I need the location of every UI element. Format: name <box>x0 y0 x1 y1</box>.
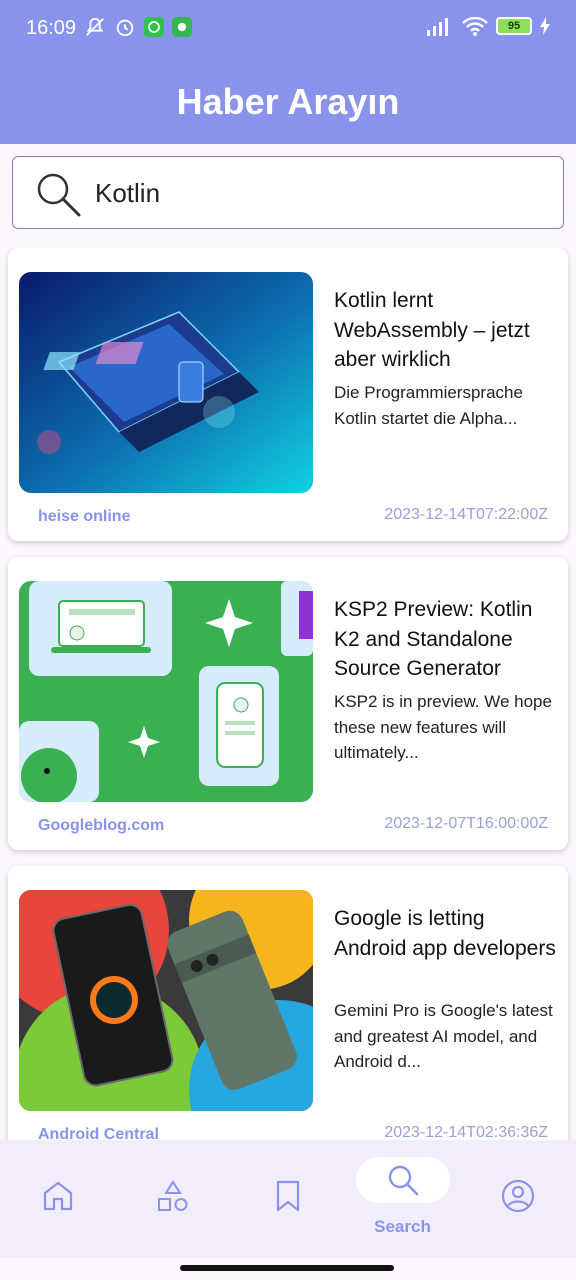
article-source: Android Central <box>38 1126 159 1140</box>
nav-profile[interactable] <box>460 1140 575 1258</box>
article-description: Gemini Pro is Google's latest and greate… <box>334 1001 553 1071</box>
bottom-navigation: Search <box>0 1140 576 1258</box>
signal-icon <box>427 18 448 36</box>
page-title: Haber Arayın <box>176 81 400 122</box>
results-list[interactable]: Kotlin lernt WebAssembly – jetzt aber wi… <box>0 248 576 1140</box>
article-title[interactable]: KSP2 Preview: Kotlin K2 and Standalone S… <box>334 595 556 684</box>
status-bar: 16:09 95 <box>0 0 576 60</box>
wifi-icon <box>462 16 488 36</box>
article-thumbnail[interactable] <box>19 890 313 1111</box>
article-title[interactable]: Kotlin lernt WebAssembly – jetzt aber wi… <box>334 286 556 375</box>
bookmark-icon <box>276 1180 299 1212</box>
article-description: KSP2 is in preview. We hope these new fe… <box>334 692 552 762</box>
home-icon <box>43 1181 72 1211</box>
article-thumbnail[interactable] <box>19 581 313 802</box>
article-date: 2023-12-07T16:00:00Z <box>384 815 548 832</box>
article-thumbnail[interactable] <box>19 272 313 493</box>
nav-categories[interactable] <box>115 1140 230 1258</box>
article-title[interactable]: Google is letting Android app developers <box>334 904 556 963</box>
battery-level: 95 <box>507 20 521 32</box>
battery-icon: 95 <box>496 17 532 35</box>
mute-icon <box>86 17 104 36</box>
article-card[interactable]: Kotlin lernt WebAssembly – jetzt aber wi… <box>8 248 568 541</box>
status-time: 16:09 <box>26 17 77 39</box>
app-bar: Haber Arayın <box>0 60 576 144</box>
whatsapp-icon <box>144 17 164 37</box>
search-input[interactable] <box>95 173 535 213</box>
charging-icon <box>540 17 550 35</box>
nav-home[interactable] <box>0 1140 115 1258</box>
profile-icon <box>501 1179 534 1213</box>
search-box[interactable] <box>12 156 564 229</box>
nav-search[interactable]: Search <box>345 1140 460 1258</box>
article-card[interactable]: KSP2 Preview: Kotlin K2 and Standalone S… <box>8 557 568 850</box>
article-card[interactable]: Google is letting Android app developers… <box>8 866 568 1140</box>
nav-label-search: Search <box>374 1217 431 1236</box>
article-date: 2023-12-14T02:36:36Z <box>384 1124 548 1140</box>
alarm-icon <box>116 19 134 37</box>
search-icon[interactable] <box>33 169 83 219</box>
nav-active-indicator <box>355 1157 450 1203</box>
article-description: Die Programmiersprache Kotlin startet di… <box>334 383 523 428</box>
article-source: Googleblog.com <box>38 817 165 834</box>
home-indicator[interactable] <box>180 1265 394 1271</box>
article-date: 2023-12-14T07:22:00Z <box>384 506 548 523</box>
categories-icon <box>157 1180 187 1211</box>
android-notification-icon <box>172 17 192 37</box>
nav-bookmarks[interactable] <box>230 1140 345 1258</box>
search-icon <box>388 1165 418 1196</box>
article-source: heise online <box>38 508 131 525</box>
